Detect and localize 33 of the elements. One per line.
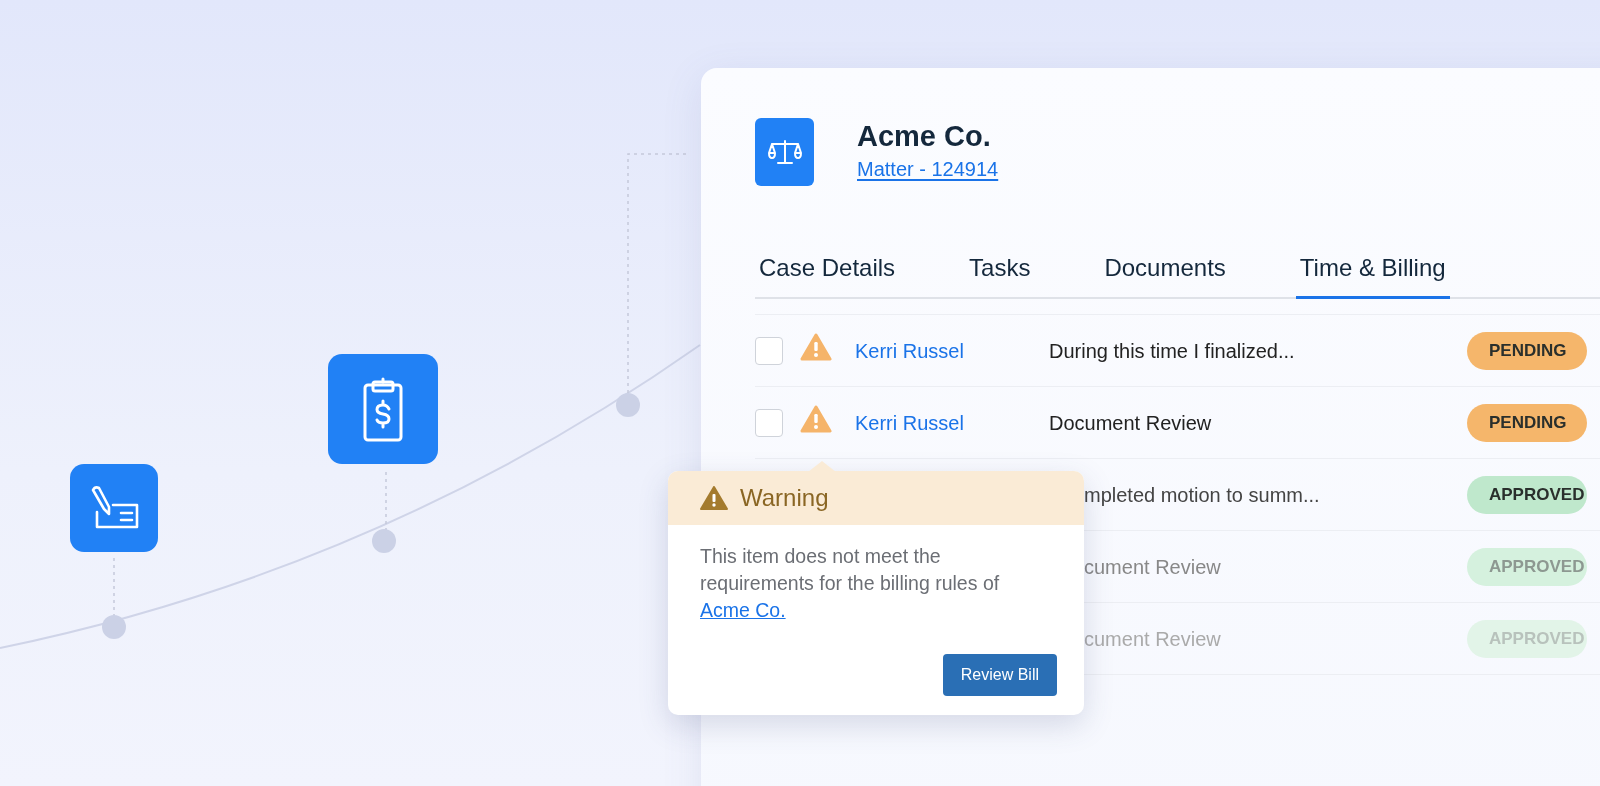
timeline-dot: [616, 393, 640, 417]
status-badge: PENDING: [1467, 331, 1587, 370]
tab[interactable]: Time & Billing: [1295, 244, 1450, 299]
warning-icon[interactable]: [800, 405, 832, 433]
tab[interactable]: Documents: [1100, 244, 1230, 299]
popover-title: Warning: [740, 483, 829, 513]
status-badge: PENDING: [1467, 403, 1587, 442]
signed-check-icon: [89, 485, 139, 531]
status-badge: APPROVED: [1467, 475, 1587, 514]
warning-message: This item does not meet the requirements for the billing rules of Acme Co.: [699, 544, 1001, 623]
connector-line: [113, 557, 115, 617]
timeline-dot: [102, 615, 126, 639]
status-badge: APPROVED: [1467, 547, 1587, 586]
review-bill-button[interactable]: Review Bill: [942, 654, 1057, 696]
tab[interactable]: Case Details: [755, 244, 900, 299]
name-link[interactable]: Kerri Russel: [855, 411, 964, 434]
timeline-dot: [372, 529, 396, 553]
entry-description: mpleted motion to summ...: [1083, 483, 1320, 506]
scales-icon: [767, 139, 802, 165]
name-link[interactable]: Kerri Russel: [855, 339, 964, 362]
checkbox[interactable]: [755, 336, 783, 365]
warning-icon: [700, 486, 728, 510]
checkbox[interactable]: [755, 408, 783, 437]
entry-description: During this time I finalized...: [1049, 339, 1295, 362]
entry-description: cument Review: [1083, 627, 1221, 650]
clipboard-dollar-icon: [362, 376, 404, 442]
warning-icon[interactable]: [800, 333, 832, 361]
entry-description: cument Review: [1083, 555, 1221, 578]
entry-description: Document Review: [1049, 411, 1212, 434]
matter-link[interactable]: Matter - 124914: [857, 157, 999, 180]
matter-title: Acme Co.: [857, 120, 992, 154]
company-link[interactable]: Acme Co.: [700, 599, 786, 621]
tab[interactable]: Tasks: [965, 244, 1035, 299]
